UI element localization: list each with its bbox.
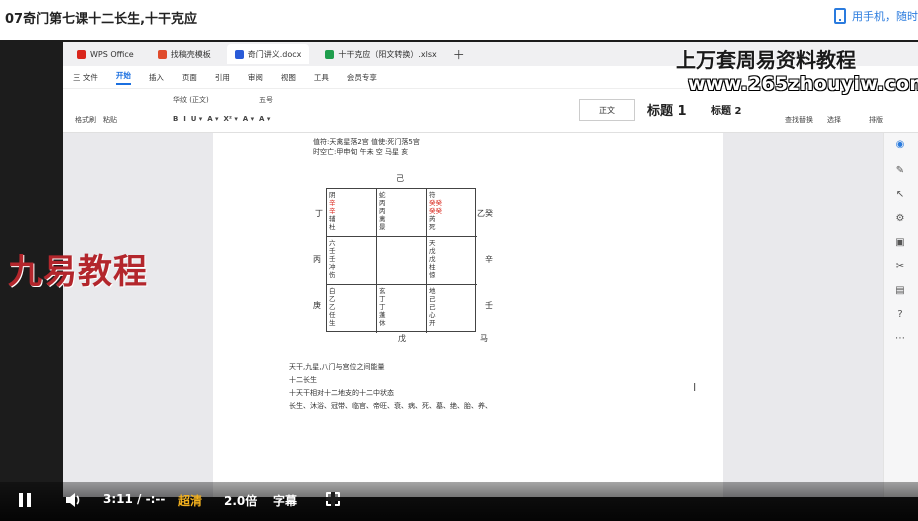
note-line: 十二长生	[289, 376, 317, 384]
notes-block: 天干,九星,八门与宫位之间能量 十二长生 十天干相对十二地支的十二中状态 长生、…	[289, 361, 492, 413]
style-heading1[interactable]: 标题 1	[647, 100, 687, 119]
document-area: 值符:天禽星落2宫 值使:死门落5宫 时空亡:甲申旬 午未 空 马星 亥 己 丁…	[63, 133, 883, 497]
quality-button[interactable]: 超清	[178, 492, 202, 509]
player-controls: 3:11 / -:-- 超清 2.0倍 字幕	[0, 482, 918, 521]
pointer-icon[interactable]: ↖	[894, 189, 906, 201]
menu-review[interactable]: 审阅	[248, 72, 263, 83]
book-icon[interactable]: ▤	[894, 285, 906, 297]
menu-home[interactable]: 开始	[115, 70, 131, 85]
grid-cell: 天戊戊柱惊	[427, 237, 477, 285]
menu-file[interactable]: 三 文件	[73, 72, 98, 83]
watermark-left: 九易教程	[8, 252, 148, 292]
dir-right-mid: 辛	[485, 255, 493, 264]
menu-view[interactable]: 视图	[281, 72, 296, 83]
help-icon[interactable]: ?	[894, 309, 906, 321]
speed-button[interactable]: 2.0倍	[224, 492, 257, 509]
grid-cell: 地己己心开	[429, 287, 436, 327]
wps-icon	[77, 49, 86, 59]
wps-tab-label: WPS Office	[90, 49, 134, 59]
doc-header-line: 值符:天禽星落2宫 值使:死门落5宫	[313, 138, 420, 146]
select-button[interactable]: 选择	[827, 115, 841, 125]
fullscreen-icon[interactable]	[326, 492, 340, 506]
font-name-select[interactable]: 华纹 (正文)	[173, 95, 209, 105]
template-icon	[157, 49, 167, 59]
format-painter[interactable]: 格式刷	[75, 115, 96, 125]
grid-cell: 蛇丙丙禽景	[377, 189, 427, 237]
dir-bottom: 戊	[398, 334, 406, 343]
wps-window: WPS Office 找稿壳模板 奇门讲义.docx 十干克应（阳文转换）.xl…	[63, 42, 918, 497]
top-bar: 07奇门第七课十二长生,十干克应 用手机，随时	[0, 0, 918, 40]
note-line: 天干,九星,八门与宫位之间能量	[289, 363, 385, 371]
menu-insert[interactable]: 插入	[149, 72, 164, 83]
menu-page[interactable]: 页面	[182, 72, 197, 83]
note-line: 十天干相对十二地支的十二中状态	[289, 389, 394, 397]
video-player[interactable]: WPS Office 找稿壳模板 奇门讲义.docx 十干克应（阳文转换）.xl…	[0, 40, 918, 521]
dir-top: 己	[396, 174, 404, 183]
grid-cell: 白乙乙任生	[327, 285, 377, 333]
menu-member[interactable]: 会员专享	[347, 72, 377, 83]
menu-reference[interactable]: 引用	[215, 72, 230, 83]
dir-right-bottom: 壬	[485, 301, 493, 310]
dir-left-top: 丁	[315, 209, 323, 218]
doc-icon	[234, 49, 244, 59]
sheet-icon	[325, 49, 335, 59]
dir-bottom-red: 马	[480, 334, 488, 343]
subtitle-button[interactable]: 字幕	[273, 492, 297, 509]
paste-button[interactable]: 粘贴	[103, 115, 117, 125]
grid-cell	[377, 237, 427, 285]
pause-icon[interactable]	[19, 493, 31, 507]
pen-icon[interactable]: ✎	[894, 165, 906, 177]
screen: 07奇门第七课十二长生,十干克应 用手机，随时 WPS Office 找稿壳模板…	[0, 0, 918, 521]
dir-left-mid: 丙	[313, 255, 321, 264]
page-title: 07奇门第七课十二长生,十干克应	[5, 12, 198, 27]
right-sidebar: ◉ ✎ ↖ ⚙ ▣ ✂ ▤ ? ⋯	[883, 133, 918, 497]
watermark-site: www.265zhouyiw.com	[688, 73, 918, 95]
note-line: 长生、沐浴、冠带、临官、帝旺、衰、病、死、墓、绝、胎、养、	[289, 402, 492, 410]
style-normal[interactable]: 正文	[579, 99, 635, 121]
document-page[interactable]: 值符:天禽星落2宫 值使:死门落5宫 时空亡:甲申旬 午未 空 马星 亥 己 丁…	[213, 133, 723, 497]
new-tab-button[interactable]: ＋	[453, 46, 465, 63]
style-heading2[interactable]: 标题 2	[711, 102, 741, 117]
dir-left-bottom: 庚	[313, 301, 321, 310]
text-cursor-icon: I	[693, 381, 697, 394]
grid-cell: 阴辛辛辅杜	[327, 189, 377, 237]
image-icon[interactable]: ▣	[894, 237, 906, 249]
mobile-link[interactable]: 用手机，随时	[834, 6, 918, 26]
grid-cell: 玄丁丁蓬休	[377, 285, 427, 333]
time-display: 3:11 / -:--	[103, 492, 166, 506]
layout-button[interactable]: 排版	[869, 115, 883, 125]
find-replace[interactable]: 查找替换	[785, 115, 813, 125]
grid-cell: 符癸癸 癸癸芮死	[427, 189, 477, 237]
mobile-link-label: 用手机，随时	[852, 10, 918, 23]
grid-cell: 六壬壬冲伤	[327, 237, 377, 285]
watermark-title: 上万套周易资料教程	[676, 48, 856, 72]
wps-tab-label: 找稿壳模板	[170, 49, 211, 59]
adjust-icon[interactable]: ⚙	[894, 213, 906, 225]
wps-tab-office[interactable]: WPS Office	[69, 44, 142, 64]
wps-tab-label: 十干克应（阳文转换）.xlsx	[338, 49, 437, 59]
location-icon[interactable]: ◉	[894, 139, 906, 151]
more-icon[interactable]: ⋯	[894, 333, 906, 345]
menu-tools[interactable]: 工具	[314, 72, 329, 83]
doc-header-line: 时空亡:甲申旬 午未 空 马星 亥	[313, 148, 409, 156]
ribbon: 格式刷 粘贴 华纹 (正文) 五号 B I U ▾ A ▾ X² ▾ A ▾ A…	[63, 89, 918, 133]
wps-tab-label: 奇门讲义.docx	[247, 49, 302, 59]
wps-tab-xlsx[interactable]: 十干克应（阳文转换）.xlsx	[317, 44, 444, 64]
qimen-grid: 阴辛辛辅杜 蛇丙丙禽景 符癸癸 癸癸芮死 六壬壬冲伤 天戊戊柱惊 白乙乙任生 玄丁…	[326, 188, 477, 333]
font-size-select[interactable]: 五号	[259, 95, 273, 105]
bold-italic-underline[interactable]: B I U ▾ A ▾ X² ▾ A ▾ A ▾	[173, 115, 270, 123]
wps-tab-doc[interactable]: 奇门讲义.docx	[226, 44, 310, 64]
dir-right-top: 乙癸	[477, 209, 493, 218]
wps-tab-template[interactable]: 找稿壳模板	[150, 44, 219, 64]
volume-icon[interactable]	[64, 491, 82, 509]
phone-icon	[834, 8, 846, 24]
tools-icon[interactable]: ✂	[894, 261, 906, 273]
